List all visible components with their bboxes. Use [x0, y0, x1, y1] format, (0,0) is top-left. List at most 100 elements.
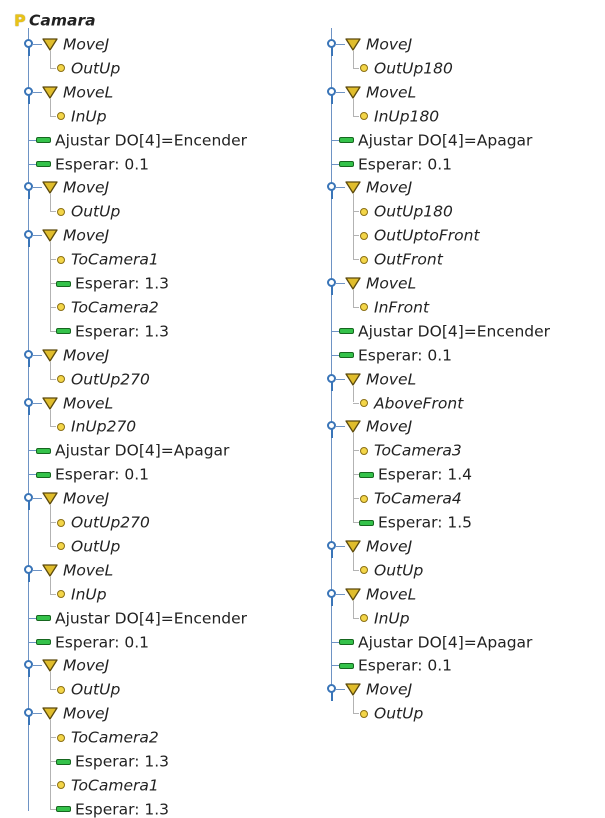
action-dash-icon	[56, 328, 71, 335]
tree-connector	[353, 696, 354, 714]
tree-connector	[50, 593, 56, 595]
move-command[interactable]: MoveJ	[42, 656, 109, 675]
move-command[interactable]: MoveL	[345, 83, 416, 101]
tree-connector	[353, 67, 359, 69]
move-command[interactable]: MoveL	[345, 370, 416, 388]
tree-connector	[50, 67, 56, 69]
waypoint-node[interactable]: AboveFront	[360, 394, 463, 412]
waypoint-label: OutUp270	[71, 513, 150, 532]
move-command[interactable]: MoveL	[345, 585, 416, 603]
program-root[interactable]: Camara	[14, 11, 96, 30]
waypoint-node[interactable]: InUp180	[360, 107, 439, 125]
action-command[interactable]: Ajustar DO[4]=Apagar	[339, 633, 532, 651]
tree-connector	[353, 385, 354, 403]
wait-command[interactable]: Esperar: 1.4	[359, 465, 473, 484]
waypoint-icon	[360, 494, 368, 503]
waypoint-node[interactable]: ToCamera1	[57, 250, 159, 269]
waypoint-node[interactable]: ToCamera4	[360, 489, 462, 508]
waypoint-node[interactable]: InUp	[57, 585, 107, 603]
action-dash-icon	[36, 447, 51, 454]
move-triangle-icon	[42, 229, 58, 242]
action-command[interactable]: Ajustar DO[4]=Encender	[36, 131, 247, 149]
waypoint-node[interactable]: OutUp	[360, 561, 423, 579]
wait-command[interactable]: Esperar: 1.3	[56, 322, 169, 340]
waypoint-node[interactable]: ToCamera2	[57, 298, 159, 316]
move-command[interactable]: MoveJ	[42, 226, 109, 245]
move-command[interactable]: MoveJ	[345, 417, 412, 436]
move-triangle-icon	[42, 181, 58, 195]
action-command[interactable]: Ajustar DO[4]=Apagar	[339, 131, 532, 149]
action-command[interactable]: Ajustar DO[4]=Apagar	[36, 441, 230, 460]
move-command[interactable]: MoveJ	[345, 178, 412, 197]
waypoint-node[interactable]: InUp270	[57, 417, 136, 436]
waypoint-icon	[57, 781, 65, 790]
action-dash-icon	[339, 352, 354, 359]
waypoint-node[interactable]: OutUp	[360, 704, 423, 723]
move-command[interactable]: MoveJ	[42, 178, 109, 197]
action-label: Esperar: 0.1	[358, 656, 453, 675]
waypoint-node[interactable]: OutUp	[57, 202, 120, 221]
move-command[interactable]: MoveJ	[42, 35, 109, 54]
action-command[interactable]: Esperar: 0.1	[339, 346, 452, 364]
move-triangle-icon	[345, 38, 361, 51]
waypoint-node[interactable]: ToCamera2	[57, 728, 159, 747]
waypoint-node[interactable]: InUp	[360, 609, 410, 627]
move-command[interactable]: MoveJ	[345, 537, 412, 555]
waypoint-node[interactable]: OutUp180	[360, 59, 453, 77]
wait-command[interactable]: Esperar: 1.3	[56, 800, 169, 818]
action-command[interactable]: Ajustar DO[4]=Encender	[339, 322, 550, 340]
move-command[interactable]: MoveL	[42, 561, 113, 579]
waypoint-node[interactable]: OutUp	[57, 680, 121, 699]
waypoint-icon	[57, 207, 65, 216]
action-label: Ajustar DO[4]=Encender	[55, 131, 248, 150]
move-command[interactable]: MoveL	[42, 83, 113, 101]
action-label: Ajustar DO[4]=Apagar	[358, 633, 533, 651]
wait-label: Esperar: 1.4	[378, 465, 473, 484]
wait-command[interactable]: Esperar: 1.5	[359, 513, 472, 532]
tree-connector	[50, 689, 56, 691]
waypoint-icon	[57, 375, 65, 384]
action-label: Ajustar DO[4]=Apagar	[55, 441, 230, 460]
move-command[interactable]: MoveJ	[345, 35, 412, 54]
action-command[interactable]: Esperar: 0.1	[36, 465, 149, 484]
waypoint-node[interactable]: InFront	[360, 298, 429, 316]
tree-connector	[28, 163, 36, 165]
action-command[interactable]: Esperar: 0.1	[36, 155, 149, 173]
waypoint-node[interactable]: InUp	[57, 107, 107, 125]
wait-command[interactable]: Esperar: 1.3	[56, 274, 169, 293]
tree-connector	[353, 51, 354, 68]
waypoint-node[interactable]: ToCamera3	[360, 441, 462, 460]
waypoint-node[interactable]: OutUptoFront	[360, 226, 480, 245]
waypoint-icon	[360, 112, 368, 121]
move-command[interactable]: MoveL	[345, 274, 416, 293]
action-dash-icon	[36, 615, 51, 622]
action-command[interactable]: Esperar: 0.1	[36, 633, 149, 651]
waypoint-node[interactable]: OutUp180	[360, 202, 453, 221]
move-command[interactable]: MoveL	[42, 394, 113, 412]
action-command[interactable]: Esperar: 0.1	[339, 155, 452, 173]
move-command[interactable]: MoveJ	[345, 680, 412, 699]
tree-connector	[32, 187, 42, 189]
waypoint-node[interactable]: OutUp270	[57, 513, 150, 532]
action-label: Esperar: 0.1	[55, 155, 150, 173]
waypoint-label: AboveFront	[374, 394, 464, 412]
waypoint-icon	[57, 112, 65, 121]
wait-command[interactable]: Esperar: 1.3	[56, 752, 169, 771]
action-dash-icon	[56, 280, 71, 287]
waypoint-node[interactable]: OutUp	[57, 537, 120, 555]
move-command[interactable]: MoveJ	[42, 704, 109, 723]
move-triangle-icon	[345, 86, 361, 99]
waypoint-node[interactable]: OutUp270	[57, 370, 150, 388]
waypoint-icon	[360, 399, 368, 407]
waypoint-label: OutUp	[71, 680, 121, 699]
waypoint-node[interactable]: OutUp	[57, 59, 120, 77]
action-command[interactable]: Ajustar DO[4]=Encender	[36, 609, 247, 627]
action-label: Ajustar DO[4]=Encender	[358, 322, 551, 341]
tree-connector	[50, 378, 56, 380]
move-command[interactable]: MoveJ	[42, 489, 109, 508]
waypoint-node[interactable]: OutFront	[360, 250, 443, 269]
move-command[interactable]: MoveJ	[42, 346, 109, 364]
waypoint-node[interactable]: ToCamera1	[57, 776, 159, 794]
tree-connector	[50, 194, 51, 212]
action-command[interactable]: Esperar: 0.1	[339, 656, 453, 675]
